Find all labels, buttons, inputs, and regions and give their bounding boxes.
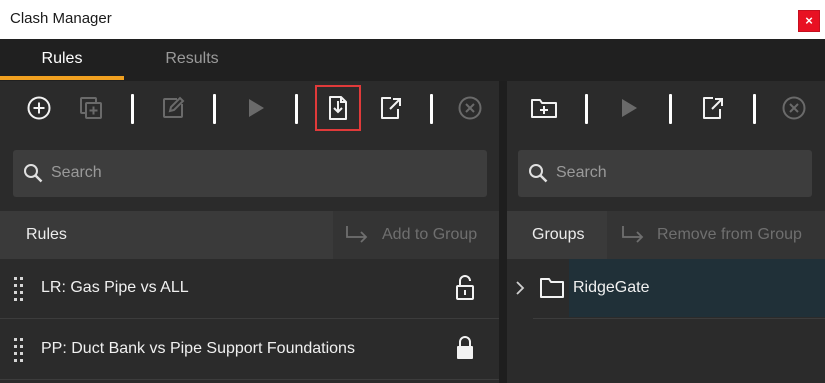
run-rule-button[interactable] bbox=[238, 91, 272, 125]
groups-panel: Search Groups Remove from Group RidgeGat… bbox=[507, 81, 825, 383]
panel-splitter[interactable] bbox=[499, 81, 507, 383]
rules-search-input[interactable]: Search bbox=[13, 150, 487, 197]
import-file-icon bbox=[329, 96, 347, 120]
search-icon bbox=[529, 164, 548, 183]
cancel-circle-icon bbox=[782, 96, 806, 120]
locked-icon[interactable] bbox=[455, 335, 475, 361]
title-bar: Clash Manager × bbox=[0, 0, 825, 39]
groups-search-input[interactable]: Search bbox=[518, 150, 812, 197]
export-file-icon bbox=[703, 97, 723, 119]
folder-icon bbox=[540, 278, 564, 298]
toolbar-separator bbox=[669, 94, 672, 124]
run-group-button[interactable] bbox=[611, 91, 645, 125]
rule-row[interactable]: LR: Gas Pipe vs ALL bbox=[0, 259, 499, 319]
add-to-group-label: Add to Group bbox=[382, 226, 478, 243]
drag-handle-icon[interactable] bbox=[14, 277, 24, 301]
active-tab-indicator bbox=[0, 76, 124, 80]
rules-panel: Search Rules Add to Group LR: Gas Pipe v… bbox=[0, 81, 499, 383]
toolbar-separator bbox=[131, 94, 134, 124]
toolbar-separator bbox=[753, 94, 756, 124]
export-groups-button[interactable] bbox=[695, 91, 729, 125]
window-title: Clash Manager bbox=[10, 10, 112, 27]
toolbar-separator bbox=[213, 94, 216, 124]
play-icon bbox=[249, 99, 264, 117]
toolbar-separator bbox=[430, 94, 433, 124]
tab-bar: Rules Results bbox=[0, 39, 825, 81]
add-rule-button[interactable] bbox=[22, 91, 56, 125]
rule-row[interactable]: PP: Duct Bank vs Pipe Support Foundation… bbox=[0, 320, 499, 380]
drag-handle-icon[interactable] bbox=[14, 338, 24, 362]
rule-label: PP: Duct Bank vs Pipe Support Foundation… bbox=[41, 340, 355, 357]
arrow-turn-right-icon bbox=[346, 226, 368, 243]
export-rules-button[interactable] bbox=[373, 91, 407, 125]
rules-header-label: Rules bbox=[26, 226, 67, 243]
toolbar-separator bbox=[295, 94, 298, 124]
export-file-icon bbox=[381, 97, 401, 119]
add-folder-icon bbox=[531, 99, 557, 118]
groups-header: Groups Remove from Group bbox=[507, 211, 825, 259]
chevron-right-icon[interactable] bbox=[515, 280, 525, 296]
copy-plus-icon bbox=[80, 97, 102, 119]
cancel-circle-icon bbox=[458, 96, 482, 120]
search-icon bbox=[24, 164, 43, 183]
import-rules-button[interactable] bbox=[315, 85, 361, 131]
cancel-button[interactable] bbox=[777, 91, 811, 125]
unlocked-icon[interactable] bbox=[455, 275, 475, 301]
toolbar-separator bbox=[585, 94, 588, 124]
tab-rules[interactable]: Rules bbox=[0, 39, 124, 81]
duplicate-rule-button[interactable] bbox=[74, 91, 108, 125]
edit-icon bbox=[163, 96, 185, 118]
add-group-button[interactable] bbox=[527, 91, 561, 125]
group-label: RidgeGate bbox=[573, 279, 650, 296]
rule-label: LR: Gas Pipe vs ALL bbox=[41, 279, 189, 296]
arrow-turn-right-icon bbox=[622, 226, 644, 243]
row-divider bbox=[533, 318, 825, 319]
remove-from-group-button[interactable]: Remove from Group bbox=[607, 211, 825, 259]
remove-from-group-label: Remove from Group bbox=[657, 226, 802, 243]
play-icon bbox=[622, 99, 637, 117]
edit-rule-button[interactable] bbox=[156, 91, 190, 125]
add-to-group-button[interactable]: Add to Group bbox=[333, 211, 499, 259]
tab-results[interactable]: Results bbox=[132, 39, 252, 81]
search-placeholder: Search bbox=[51, 164, 102, 181]
search-placeholder: Search bbox=[556, 164, 607, 181]
rules-header: Rules Add to Group bbox=[0, 211, 499, 259]
groups-header-label: Groups bbox=[532, 226, 585, 243]
add-circle-icon bbox=[27, 96, 51, 120]
group-tree-item[interactable]: RidgeGate bbox=[507, 259, 825, 319]
cancel-button[interactable] bbox=[453, 91, 487, 125]
close-button[interactable]: × bbox=[798, 10, 820, 32]
